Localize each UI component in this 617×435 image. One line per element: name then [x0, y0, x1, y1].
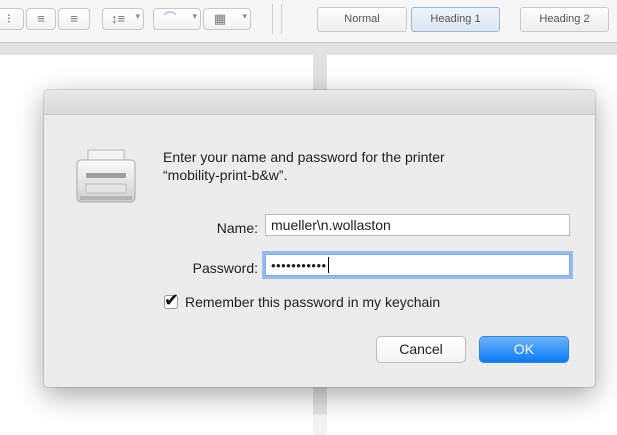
- justify-button[interactable]: ≡: [58, 8, 90, 30]
- remember-checkbox[interactable]: ✔: [164, 290, 179, 310]
- highlight-button[interactable]: ⌒ ▾: [153, 8, 201, 30]
- printer-icon: [76, 149, 136, 203]
- style-heading-2[interactable]: Heading 2: [520, 7, 609, 32]
- password-label: Password:: [192, 260, 258, 276]
- text-cursor: [327, 257, 329, 273]
- highlight-icon: ⌒: [163, 11, 177, 26]
- chevron-down-icon: ▾: [135, 11, 140, 21]
- dialog-title-bar: [44, 90, 595, 115]
- style-heading-1[interactable]: Heading 1: [411, 7, 500, 32]
- justify-icon: ≡: [70, 11, 78, 26]
- password-value: •••••••••••: [271, 258, 327, 273]
- style-normal[interactable]: Normal: [317, 7, 407, 32]
- align-center-button[interactable]: ≡: [26, 8, 56, 30]
- remember-label: Remember this password in my keychain: [185, 294, 441, 310]
- cancel-button[interactable]: Cancel: [376, 336, 466, 363]
- message-line-2: “mobility-print-b&w”.: [163, 167, 288, 183]
- checkmark-icon: ✔: [164, 290, 180, 310]
- table-button[interactable]: ▦ ▾: [203, 8, 251, 30]
- chevron-down-icon: ▾: [192, 11, 197, 21]
- toolbar-divider: [272, 4, 273, 34]
- name-label: Name:: [216, 220, 258, 236]
- name-value: mueller\n.wollaston: [271, 217, 391, 233]
- name-field[interactable]: mueller\n.wollaston: [265, 214, 570, 236]
- align-center-icon: ≡: [37, 11, 45, 26]
- word-toolbar: ⁝ ≡ ≡ ↕≡ ▾ ⌒ ▾ ▦ ▾ Normal Heading 1 Head…: [0, 0, 617, 43]
- align-right-icon: ⁝: [6, 11, 12, 26]
- table-icon: ▦: [213, 11, 227, 26]
- line-spacing-button[interactable]: ↕≡ ▾: [102, 8, 144, 30]
- ok-button[interactable]: OK: [479, 336, 569, 363]
- printer-auth-dialog: Enter your name and password for the pri…: [44, 90, 595, 387]
- chevron-down-icon: ▾: [242, 11, 247, 21]
- align-right-button[interactable]: ⁝: [0, 8, 24, 30]
- password-field[interactable]: •••••••••••: [265, 254, 570, 276]
- line-spacing-icon: ↕≡: [110, 11, 126, 26]
- dialog-message: Enter your name and password for the pri…: [163, 148, 583, 184]
- toolbar-divider: [281, 4, 282, 34]
- message-line-1: Enter your name and password for the pri…: [163, 149, 445, 165]
